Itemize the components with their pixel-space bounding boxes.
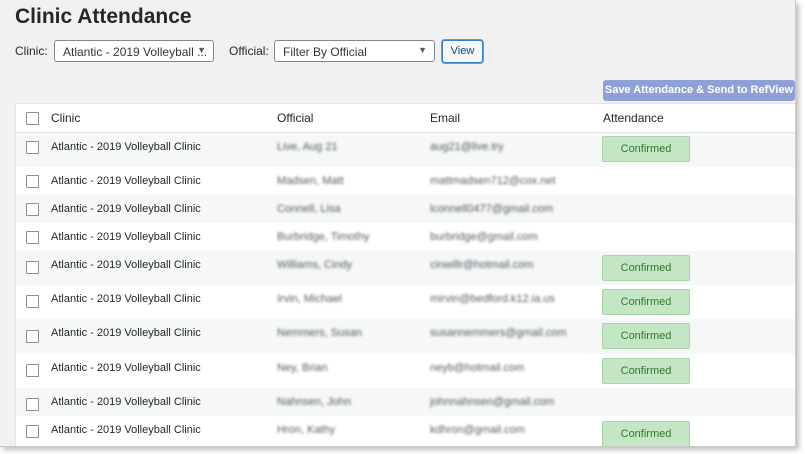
row-checkbox[interactable] <box>26 364 39 377</box>
table-row: Atlantic - 2019 Volleyball Clinic Burbri… <box>16 223 795 251</box>
official-cell: Ney, Brian <box>277 362 328 374</box>
table-row: Atlantic - 2019 Volleyball Clinic Willia… <box>16 251 795 285</box>
official-cell: Hron, Kathy <box>277 424 336 436</box>
row-checkbox[interactable] <box>26 330 39 343</box>
email-cell: aug21@live.try <box>430 141 504 153</box>
email-cell: mirvin@bedford.k12.ia.us <box>430 293 555 305</box>
row-checkbox[interactable] <box>26 425 39 438</box>
email-cell: neyb@hotmail.com <box>430 362 525 374</box>
column-header-email: Email <box>430 111 461 125</box>
table-row: Atlantic - 2019 Volleyball Clinic Nemmer… <box>16 319 795 354</box>
table-row: Atlantic - 2019 Volleyball Clinic Connel… <box>16 195 795 223</box>
official-cell: Williams, Cindy <box>277 259 353 271</box>
confirmed-badge[interactable]: Confirmed <box>602 289 690 315</box>
view-button[interactable]: View <box>442 40 483 63</box>
table-header: Clinic Official Email Attendance <box>16 104 795 133</box>
row-checkbox[interactable] <box>26 261 39 274</box>
page-title: Clinic Attendance <box>15 5 192 28</box>
official-cell: Connell, Lisa <box>277 203 341 215</box>
official-select-value: Filter By Official <box>283 45 367 59</box>
email-cell: susannemmers@gmail.com <box>430 327 567 339</box>
chevron-down-icon: ▼ <box>197 45 206 55</box>
row-checkbox[interactable] <box>26 295 39 308</box>
attendance-table: Clinic Official Email Attendance Atlanti… <box>15 103 795 446</box>
official-filter-label: Official: <box>229 44 269 58</box>
clinic-cell: Atlantic - 2019 Volleyball Clinic <box>51 259 201 271</box>
table-row: Atlantic - 2019 Volleyball Clinic Ney, B… <box>16 354 795 388</box>
clinic-cell: Atlantic - 2019 Volleyball Clinic <box>51 175 201 187</box>
confirmed-badge[interactable]: Confirmed <box>602 136 690 162</box>
table-row: Atlantic - 2019 Volleyball Clinic Irvin,… <box>16 285 795 319</box>
row-checkbox[interactable] <box>26 398 39 411</box>
column-header-clinic: Clinic <box>51 111 81 125</box>
email-cell: kdhron@gmail.com <box>430 424 525 436</box>
row-checkbox[interactable] <box>26 203 39 216</box>
confirmed-badge[interactable]: Confirmed <box>602 421 690 446</box>
official-select[interactable]: Filter By Official ▼ <box>274 40 435 62</box>
email-cell: mattmadsen712@cox.net <box>430 175 556 187</box>
table-row: Atlantic - 2019 Volleyball Clinic Madsen… <box>16 167 795 195</box>
clinic-cell: Atlantic - 2019 Volleyball Clinic <box>51 396 201 408</box>
chevron-down-icon: ▼ <box>418 45 427 55</box>
table-row: Atlantic - 2019 Volleyball Clinic Nahnse… <box>16 388 795 416</box>
official-cell: Nemmers, Susan <box>277 327 362 339</box>
official-cell: Irvin, Michael <box>277 293 342 305</box>
clinic-cell: Atlantic - 2019 Volleyball Clinic <box>51 231 201 243</box>
confirmed-badge[interactable]: Confirmed <box>602 358 690 384</box>
email-cell: johnnahnsen@gmail.com <box>430 396 555 408</box>
save-attendance-button[interactable]: Save Attendance & Send to RefView <box>603 80 795 101</box>
clinic-cell: Atlantic - 2019 Volleyball Clinic <box>51 203 201 215</box>
row-checkbox[interactable] <box>26 175 39 188</box>
clinic-select[interactable]: Atlantic - 2019 Volleyball ... ▼ <box>54 40 214 62</box>
official-cell: Nahnsen, John <box>277 396 351 408</box>
clinic-cell: Atlantic - 2019 Volleyball Clinic <box>51 293 201 305</box>
clinic-cell: Atlantic - 2019 Volleyball Clinic <box>51 362 201 374</box>
email-cell: lconnell0477@gmail.com <box>430 203 554 215</box>
select-all-checkbox[interactable] <box>26 112 39 125</box>
clinic-select-value: Atlantic - 2019 Volleyball ... <box>63 45 208 59</box>
column-header-official: Official <box>277 111 314 125</box>
row-checkbox[interactable] <box>26 231 39 244</box>
column-header-attendance: Attendance <box>603 111 664 125</box>
official-cell: Burbridge, Timothy <box>277 231 370 243</box>
clinic-attendance-page: Clinic Attendance Clinic: Atlantic - 201… <box>0 0 796 447</box>
clinic-filter-label: Clinic: <box>15 44 48 58</box>
clinic-cell: Atlantic - 2019 Volleyball Clinic <box>51 424 201 436</box>
email-cell: cinwillr@hotmail.com <box>430 259 534 271</box>
row-checkbox[interactable] <box>26 141 39 154</box>
official-cell: Live, Aug 21 <box>277 141 338 153</box>
clinic-cell: Atlantic - 2019 Volleyball Clinic <box>51 327 201 339</box>
confirmed-badge[interactable]: Confirmed <box>602 323 690 349</box>
clinic-cell: Atlantic - 2019 Volleyball Clinic <box>51 141 201 153</box>
table-row: Atlantic - 2019 Volleyball Clinic Hron, … <box>16 416 795 446</box>
email-cell: burbridge@gmail.com <box>430 231 538 243</box>
table-row: Atlantic - 2019 Volleyball Clinic Live, … <box>16 133 795 167</box>
confirmed-badge[interactable]: Confirmed <box>602 255 690 281</box>
official-cell: Madsen, Matt <box>277 175 344 187</box>
